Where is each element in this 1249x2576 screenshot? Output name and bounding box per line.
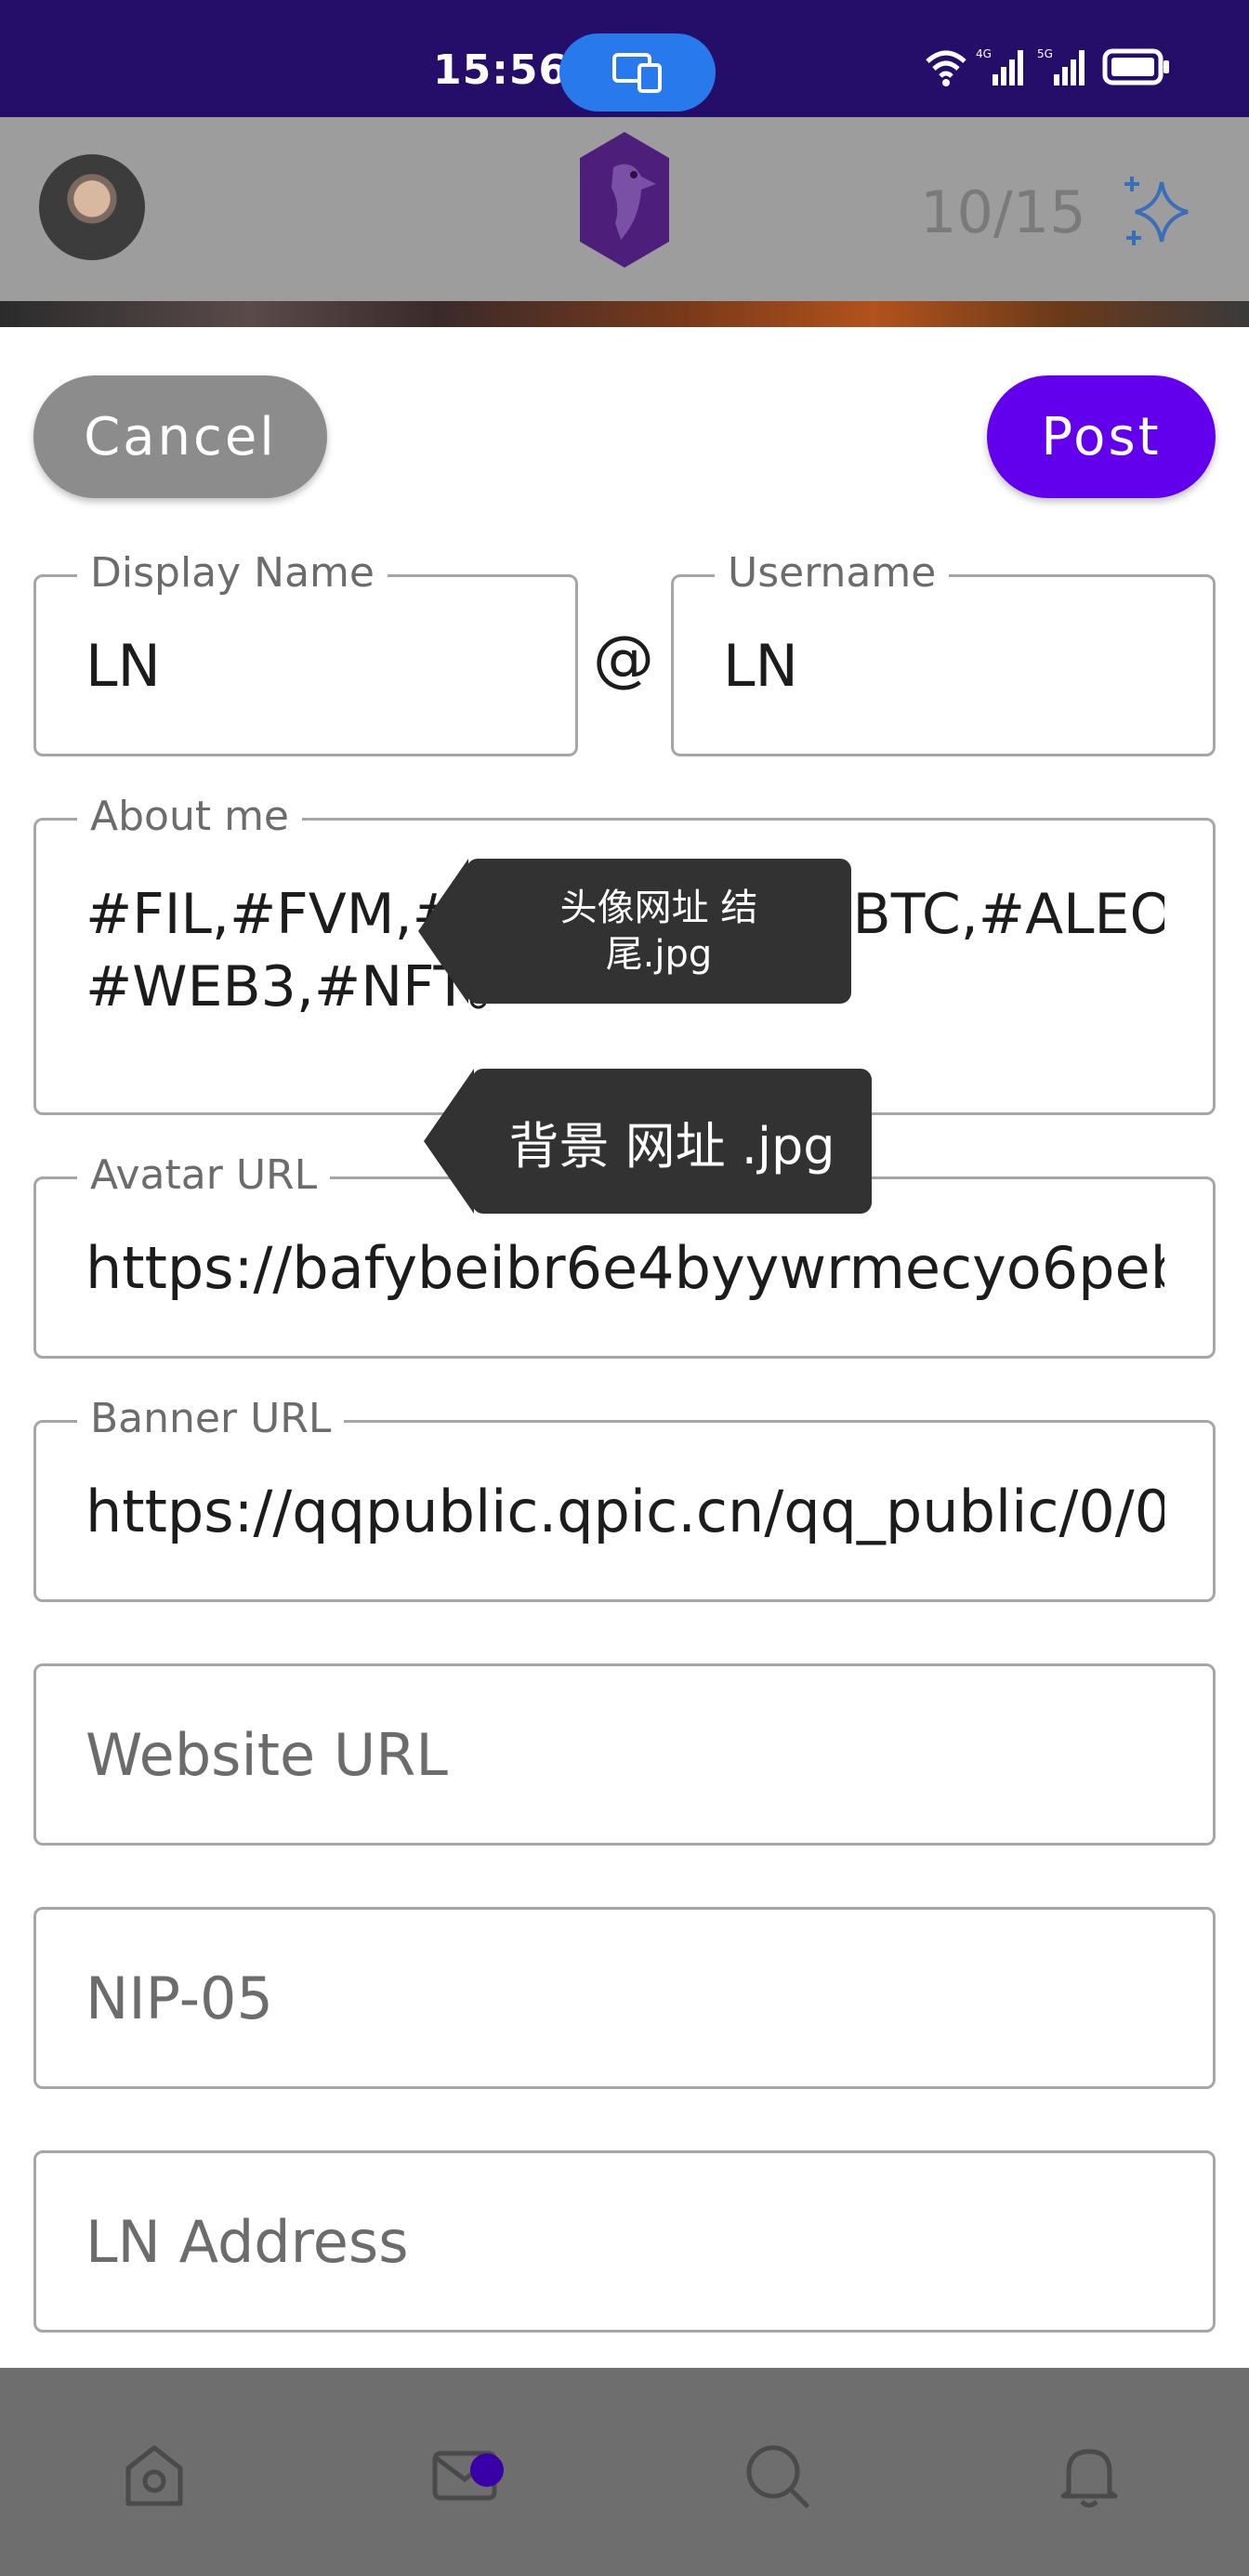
note-counter: 10/15 xyxy=(920,178,1086,246)
edit-profile-sheet: Cancel Post Display Name LN @ Username L… xyxy=(0,327,1249,2368)
nip05-placeholder: NIP-05 xyxy=(85,1964,273,2032)
post-button[interactable]: Post xyxy=(987,375,1216,498)
display-name-value: LN xyxy=(85,631,161,700)
status-time: 15:56 xyxy=(433,46,569,94)
signal-icon: 5G xyxy=(1037,47,1085,85)
username-field[interactable]: Username LN xyxy=(671,545,1216,756)
at-symbol: @ xyxy=(593,623,654,694)
ln-address-placeholder: LN Address xyxy=(85,2207,409,2276)
avatar-url-tooltip: 头像网址 结尾.jpg xyxy=(418,859,851,1004)
about-label: About me xyxy=(77,789,303,845)
signal-label-5g: 5G xyxy=(1037,47,1053,60)
sparkle-icon[interactable] xyxy=(1119,173,1197,251)
wifi-icon xyxy=(926,50,966,86)
website-url-field[interactable]: Website URL xyxy=(33,1663,1216,1846)
cancel-button[interactable]: Cancel xyxy=(33,375,327,498)
display-name-field[interactable]: Display Name LN xyxy=(33,545,578,756)
username-value: LN xyxy=(723,631,798,700)
screen-mirror-icon xyxy=(612,53,662,93)
home-icon[interactable] xyxy=(119,2440,190,2511)
signal-icon: 4G xyxy=(976,47,1023,85)
battery-icon xyxy=(1102,48,1169,85)
avatar[interactable] xyxy=(39,154,145,260)
profile-banner xyxy=(0,301,1249,327)
status-bar: 15:56 4G 5G xyxy=(0,0,1249,117)
app-header: 10/15 xyxy=(0,117,1249,301)
ln-address-field[interactable]: LN Address xyxy=(33,2150,1216,2333)
website-url-placeholder: Website URL xyxy=(85,1720,448,1789)
bell-icon[interactable] xyxy=(1054,2440,1124,2511)
screen-mirror-pill[interactable] xyxy=(559,33,716,112)
banner-url-value: https://qqpublic.qpic.cn/qq_public/0/0-3 xyxy=(85,1477,1164,1545)
nip05-field[interactable]: NIP-05 xyxy=(33,1907,1216,2089)
app-logo-icon xyxy=(580,132,669,268)
banner-url-tooltip: 背景 网址 .jpg xyxy=(424,1069,872,1214)
status-icons: 4G 5G xyxy=(924,46,1184,93)
signal-label-4g: 4G xyxy=(976,47,992,60)
bottom-nav xyxy=(0,2368,1249,2576)
mail-badge xyxy=(470,2453,504,2487)
search-icon[interactable] xyxy=(742,2440,812,2511)
banner-url-field[interactable]: Banner URL https://qqpublic.qpic.cn/qq_p… xyxy=(33,1391,1216,1602)
